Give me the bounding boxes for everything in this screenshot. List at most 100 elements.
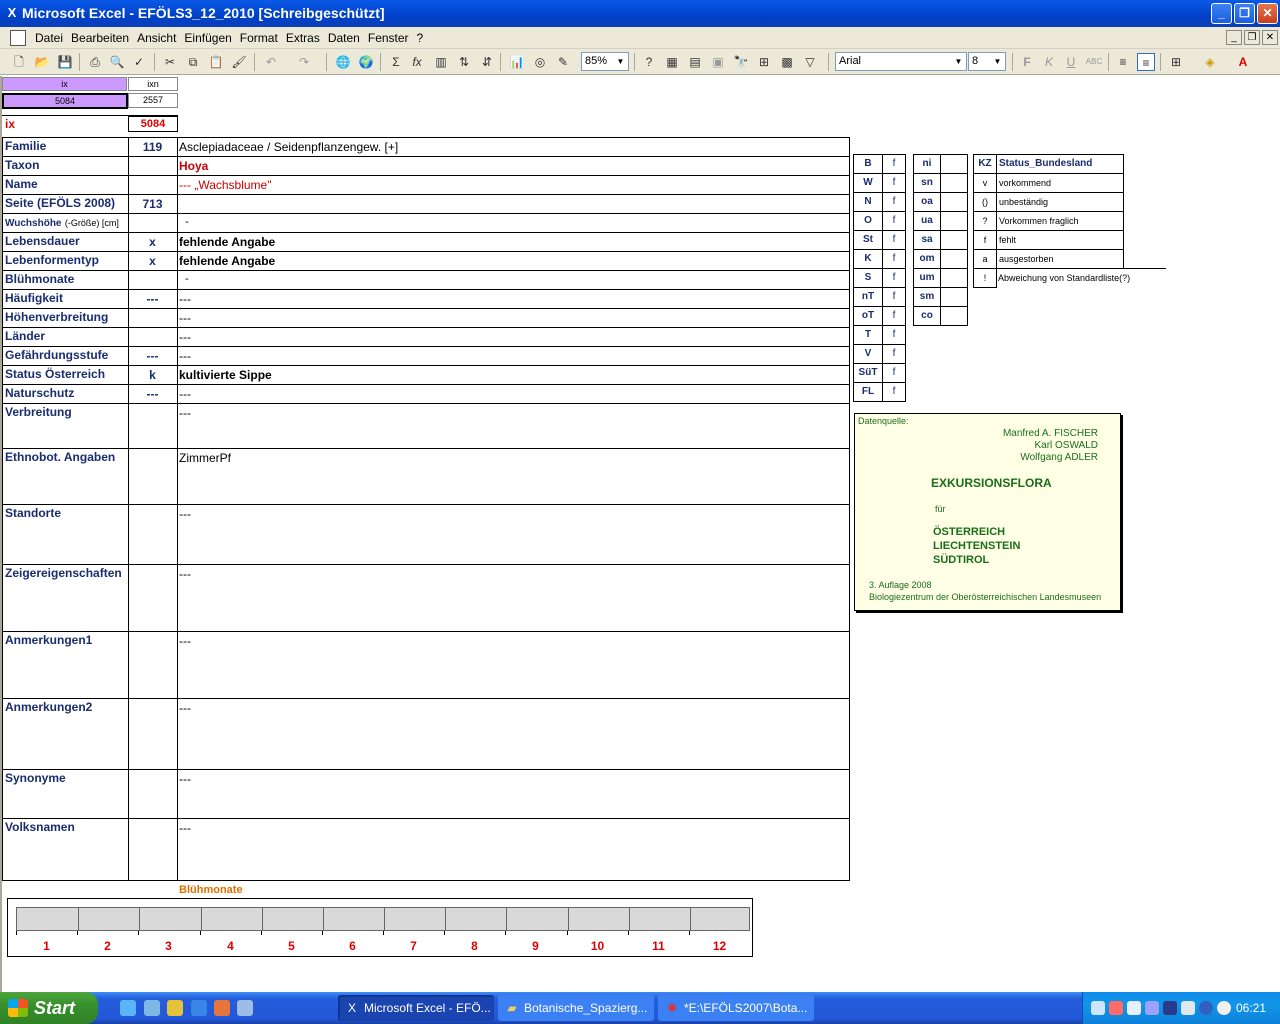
region-value-V[interactable]: f	[882, 344, 906, 364]
ixn-value-cell[interactable]: 2557	[128, 93, 178, 108]
menu-help[interactable]: ?	[414, 31, 429, 45]
row-value[interactable]: ---	[179, 507, 191, 521]
paste-icon[interactable]: 📋	[207, 53, 225, 71]
chevron-down-icon[interactable]: ▼	[991, 54, 1004, 69]
row-value[interactable]: -	[185, 216, 189, 228]
row-code[interactable]: k	[128, 368, 177, 382]
strikethrough-icon[interactable]: ABC	[1085, 53, 1103, 71]
redo-icon[interactable]: ↷	[295, 53, 313, 71]
region-value-O[interactable]: f	[882, 211, 906, 231]
region-value-W[interactable]: f	[882, 173, 906, 193]
align-center-icon[interactable]: ≡	[1137, 53, 1155, 71]
row-value[interactable]: ---	[179, 387, 191, 401]
info-icon[interactable]	[1199, 1001, 1213, 1015]
region-key-B[interactable]: B	[853, 154, 883, 174]
font-name-select[interactable]: Arial ▼	[835, 52, 967, 71]
region-value-S[interactable]: f	[882, 268, 906, 288]
menu-extras[interactable]: Extras	[283, 31, 325, 45]
row-value[interactable]: fehlende Angabe	[179, 254, 275, 268]
row-value[interactable]: fehlende Angabe	[179, 235, 275, 249]
row-value[interactable]: ---	[179, 330, 191, 344]
region-value-K[interactable]: f	[882, 249, 906, 269]
region2-value-sm[interactable]	[940, 287, 968, 307]
chart-wizard-icon[interactable]: 📊	[508, 53, 526, 71]
region2-value-sn[interactable]	[940, 173, 968, 193]
quicklaunch-media-icon[interactable]	[167, 1000, 183, 1016]
quicklaunch-ie-icon[interactable]	[120, 1000, 136, 1016]
row-code[interactable]: ---	[128, 387, 177, 401]
region-value-St[interactable]: f	[882, 230, 906, 250]
tray-app-icon[interactable]	[1145, 1001, 1159, 1015]
borders-icon[interactable]: ⊞	[1167, 53, 1185, 71]
function-icon[interactable]: fx	[408, 53, 426, 71]
region-value-N[interactable]: f	[882, 192, 906, 212]
quicklaunch-browser-icon[interactable]	[191, 1000, 207, 1016]
font-size-select[interactable]: 8 ▼	[968, 52, 1006, 71]
region-value-B[interactable]: f	[882, 154, 906, 174]
minimize-button[interactable]: _	[1211, 3, 1232, 24]
row-value[interactable]: ---	[179, 292, 191, 306]
web-icon[interactable]: 🌍	[357, 53, 375, 71]
copy-icon[interactable]: ⧉	[184, 53, 202, 71]
menu-bearbeiten[interactable]: Bearbeiten	[68, 31, 134, 45]
row-value[interactable]: ---	[179, 567, 191, 581]
forms-icon[interactable]: ▦	[663, 53, 681, 71]
calculator-icon[interactable]: ▩	[778, 53, 796, 71]
row-code[interactable]: x	[128, 235, 177, 249]
region-key-nT[interactable]: nT	[853, 287, 883, 307]
region-key-SüT[interactable]: SüT	[853, 363, 883, 383]
format-painter-icon[interactable]: 🖌	[230, 53, 248, 71]
chevron-down-icon[interactable]: ▼	[952, 54, 965, 69]
row-value[interactable]: ---	[179, 634, 191, 648]
autosum-icon[interactable]: Σ	[387, 53, 405, 71]
close-button[interactable]: ✕	[1257, 3, 1278, 24]
shield-icon[interactable]	[1163, 1001, 1177, 1015]
drawing-icon[interactable]: ✎	[554, 53, 572, 71]
open-icon[interactable]: 📂	[33, 53, 51, 71]
region-key-oT[interactable]: oT	[853, 306, 883, 326]
region2-key-om[interactable]: om	[913, 249, 941, 269]
volume-icon[interactable]	[1181, 1001, 1195, 1015]
quicklaunch-desktop-icon[interactable]	[144, 1000, 160, 1016]
chevron-down-icon[interactable]: ▼	[614, 54, 627, 69]
row-code[interactable]: ---	[128, 349, 177, 363]
hyperlink-icon[interactable]: 🌐	[334, 53, 352, 71]
row-value[interactable]: ---	[179, 821, 191, 835]
ix-header[interactable]: ix	[2, 77, 127, 91]
undo-icon[interactable]: ↶	[262, 53, 280, 71]
row-code[interactable]: x	[128, 254, 177, 268]
cut-icon[interactable]: ✂	[161, 53, 179, 71]
region2-key-ni[interactable]: ni	[913, 154, 941, 174]
region2-key-sn[interactable]: sn	[913, 173, 941, 193]
row-value[interactable]: ---	[179, 406, 191, 420]
fill-color-icon[interactable]: ◈	[1201, 53, 1219, 71]
region-key-N[interactable]: N	[853, 192, 883, 212]
calc-icon[interactable]: ▣	[709, 53, 727, 71]
menu-ansicht[interactable]: Ansicht	[134, 31, 181, 45]
row-code[interactable]: 713	[128, 197, 177, 211]
region2-key-um[interactable]: um	[913, 268, 941, 288]
ixn-header[interactable]: ixn	[128, 77, 178, 91]
quicklaunch-app-icon[interactable]	[237, 1000, 253, 1016]
row-value[interactable]: Asclepiadaceae / Seidenpflanzengew. [+]	[179, 140, 398, 154]
region2-value-oa[interactable]	[940, 192, 968, 212]
region-key-K[interactable]: K	[853, 249, 883, 269]
new-icon[interactable]: 🗋	[10, 53, 28, 71]
region-key-FL[interactable]: FL	[853, 382, 883, 402]
task-excel[interactable]: X Microsoft Excel - EFÖ...	[338, 995, 494, 1021]
row-value[interactable]: Hoya	[179, 159, 208, 173]
merge-icon[interactable]: ⊞	[755, 53, 773, 71]
doc-minimize-button[interactable]: _	[1226, 30, 1242, 45]
form-icon[interactable]: ▤	[686, 53, 704, 71]
region2-value-om[interactable]	[940, 249, 968, 269]
sort-desc-icon[interactable]: ⇵	[478, 53, 496, 71]
save-icon[interactable]: 💾	[56, 53, 74, 71]
row-value[interactable]: kultivierte Sippe	[179, 368, 272, 382]
row-value[interactable]: -	[185, 273, 189, 285]
font-color-icon[interactable]: A	[1234, 53, 1252, 71]
underline-icon[interactable]: U	[1062, 53, 1080, 71]
region2-value-um[interactable]	[940, 268, 968, 288]
row-value[interactable]: ---	[179, 701, 191, 715]
network-icon[interactable]	[1091, 1001, 1105, 1015]
doc-close-button[interactable]: ✕	[1262, 30, 1278, 45]
